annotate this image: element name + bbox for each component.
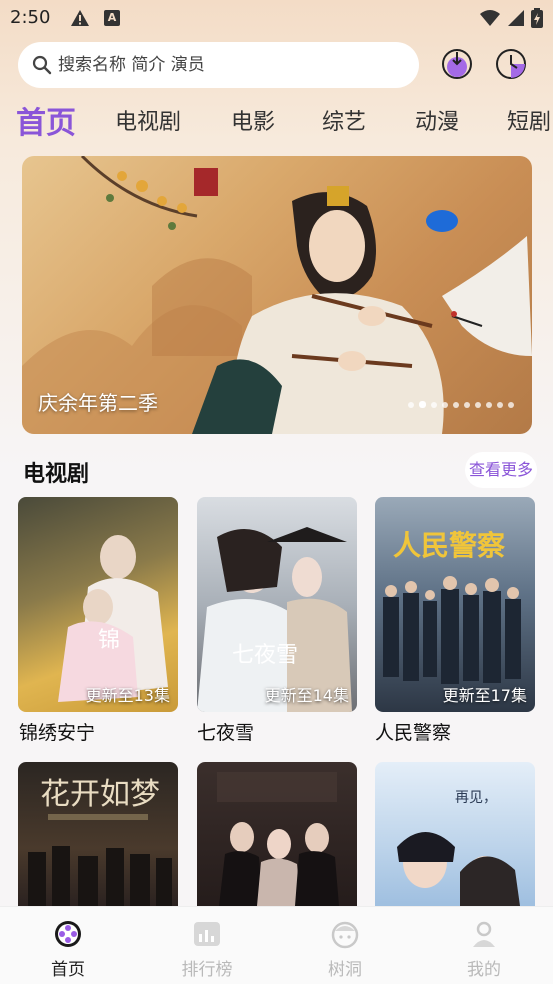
app-notification-icon: A — [104, 10, 120, 26]
poster-card[interactable]: 锦 更新至13集 — [18, 497, 178, 712]
poster-card[interactable] — [197, 762, 357, 906]
pagination-dot — [475, 401, 481, 408]
tab-variety[interactable]: 综艺 — [322, 104, 366, 136]
category-tabs: 首页 电视剧 电影 综艺 动漫 短剧 — [0, 98, 553, 142]
poster-artwork: 锦 — [58, 535, 168, 702]
episode-badge: 更新至13集 — [85, 686, 170, 705]
pagination-dot — [464, 401, 470, 408]
user-icon — [473, 921, 495, 947]
status-time: 2:50 — [10, 7, 51, 28]
poster-artwork — [217, 772, 339, 906]
tab-tv-series[interactable]: 电视剧 — [115, 104, 181, 136]
poster-card[interactable]: 七夜雪 更新至14集 — [197, 497, 357, 712]
nav-label: 排行榜 — [181, 960, 233, 980]
tab-anime[interactable]: 动漫 — [415, 104, 459, 136]
history-icon[interactable] — [494, 47, 528, 81]
nav-item-home[interactable]: 首页 — [23, 919, 113, 980]
status-bar: 2:50 A — [0, 0, 553, 38]
search-icon — [32, 55, 52, 75]
search-input[interactable] — [58, 55, 378, 75]
pagination-dot-active — [419, 401, 426, 408]
poster-title[interactable]: 七夜雪 — [197, 718, 254, 745]
battery-icon — [531, 8, 543, 28]
hero-banner[interactable]: 庆余年第二季 — [22, 156, 532, 434]
chart-icon — [194, 922, 220, 946]
bottom-nav: 首页 排行榜 树洞 我的 — [0, 906, 553, 984]
tab-home[interactable]: 首页 — [16, 98, 76, 142]
episode-badge: 更新至17集 — [442, 686, 527, 705]
status-right-icons — [479, 8, 543, 28]
nav-item-profile[interactable]: 我的 — [439, 919, 529, 980]
svg-text:人民警察: 人民警察 — [393, 529, 506, 562]
banner-pagination — [408, 401, 514, 408]
pagination-dot — [453, 401, 459, 408]
nav-label: 树洞 — [328, 960, 362, 980]
svg-text:锦: 锦 — [98, 628, 120, 653]
nav-item-treehole[interactable]: 树洞 — [300, 919, 390, 980]
poster-title[interactable]: 锦绣安宁 — [19, 718, 95, 745]
cloud-face-icon — [331, 921, 359, 949]
poster-artwork: 人民警察 — [383, 529, 521, 684]
svg-text:再见，: 再见， — [455, 790, 497, 806]
poster-artwork: 七夜雪 — [197, 527, 352, 712]
pagination-dot — [508, 401, 514, 408]
pagination-dot — [497, 401, 503, 408]
nav-label: 首页 — [51, 960, 85, 980]
warning-icon — [71, 10, 89, 26]
tab-short-drama[interactable]: 短剧 — [507, 104, 551, 136]
poster-artwork: 再见， — [397, 790, 520, 906]
nav-label: 我的 — [467, 960, 501, 980]
pagination-dot — [442, 401, 448, 408]
poster-card[interactable]: 人民警察 更新至17集 — [375, 497, 535, 712]
film-reel-icon — [55, 921, 81, 947]
section-title: 电视剧 — [23, 462, 90, 487]
download-icon[interactable] — [440, 47, 474, 81]
see-more-button[interactable]: 查看更多 — [465, 452, 537, 488]
episode-badge: 更新至14集 — [264, 686, 349, 705]
pagination-dot — [431, 401, 437, 408]
svg-text:花开如梦: 花开如梦 — [40, 777, 160, 812]
poster-title[interactable]: 人民警察 — [375, 718, 451, 745]
tab-movies[interactable]: 电影 — [231, 104, 275, 136]
svg-text:七夜雪: 七夜雪 — [232, 643, 298, 668]
wifi-icon — [480, 10, 500, 26]
search-bar[interactable] — [18, 42, 419, 88]
banner-caption: 庆余年第二季 — [38, 391, 158, 415]
signal-icon — [508, 10, 524, 26]
pagination-dot — [486, 401, 492, 408]
poster-artwork: 花开如梦 — [28, 777, 172, 906]
poster-card[interactable]: 再见， — [375, 762, 535, 906]
pagination-dot — [408, 401, 414, 408]
nav-item-ranking[interactable]: 排行榜 — [162, 919, 252, 980]
poster-card[interactable]: 花开如梦 — [18, 762, 178, 906]
